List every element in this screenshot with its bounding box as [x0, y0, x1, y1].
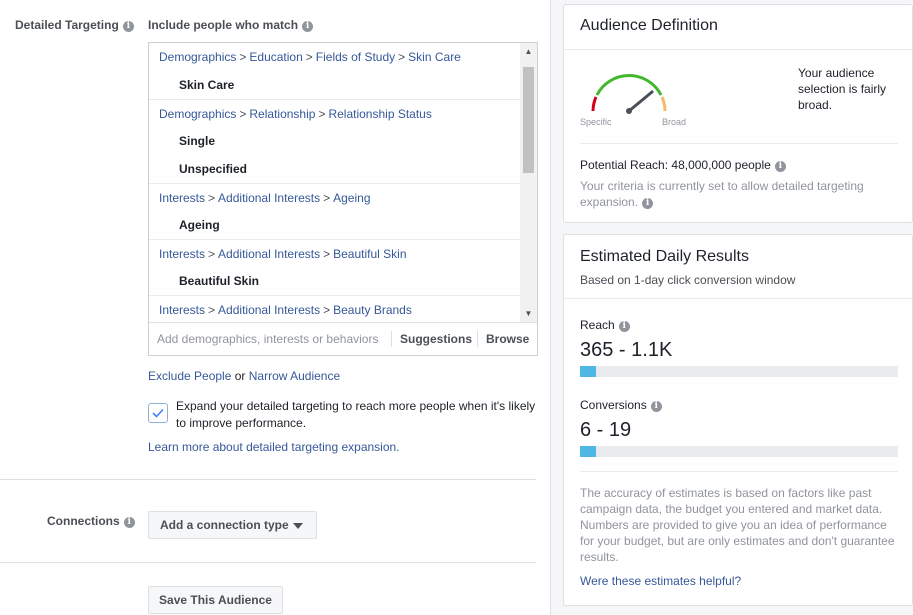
- path-separator: >: [323, 303, 331, 317]
- targeting-item[interactable]: Ageing: [149, 211, 521, 239]
- targeting-box: Demographics > Education > Fields of Study > S…: [148, 42, 538, 356]
- expand-targeting-checkbox[interactable]: [148, 403, 168, 423]
- path-separator: >: [208, 247, 216, 261]
- conversions-value: 6 - 19: [580, 419, 632, 441]
- path-separator: >: [323, 191, 331, 205]
- caret-down-icon: [293, 523, 303, 529]
- audience-definition-title: Audience Definition: [580, 17, 718, 34]
- targeting-search-input[interactable]: [149, 323, 389, 355]
- path-separator: >: [398, 50, 406, 64]
- path-separator: >: [208, 191, 216, 205]
- add-connection-type-button[interactable]: Add a connection type: [148, 511, 317, 539]
- suggestions-button[interactable]: Suggestions: [391, 331, 480, 347]
- targeting-search-bar: Suggestions Browse: [149, 322, 537, 355]
- info-icon[interactable]: i: [122, 21, 134, 32]
- gauge-broad-label: Broad: [662, 117, 687, 127]
- targeting-path-link[interactable]: Relationship Status: [328, 107, 431, 121]
- targeting-path-link[interactable]: Additional Interests: [218, 303, 320, 317]
- scroll-down-arrow-icon[interactable]: ▼: [520, 305, 537, 322]
- targeting-item[interactable]: Beautiful Skin: [149, 267, 521, 295]
- detailed-targeting-panel: Detailed Targeting i Include people who m…: [0, 0, 550, 615]
- targeting-path-link[interactable]: Demographics: [159, 107, 236, 121]
- info-icon[interactable]: i: [618, 321, 630, 332]
- estimated-results-title: Estimated Daily Results: [580, 248, 749, 265]
- estimates-disclaimer: The accuracy of estimates is based on fa…: [580, 486, 895, 564]
- include-label: Include people who match i: [148, 18, 314, 32]
- targeting-path-link[interactable]: Relationship: [249, 107, 315, 121]
- targeting-path-link[interactable]: Additional Interests: [218, 191, 320, 205]
- scroll-up-arrow-icon[interactable]: ▲: [520, 43, 537, 60]
- info-icon[interactable]: i: [123, 517, 135, 528]
- targeting-path-link[interactable]: Interests: [159, 247, 205, 261]
- info-icon[interactable]: i: [650, 401, 662, 412]
- exclude-narrow-links: Exclude People or Narrow Audience: [148, 369, 340, 383]
- targeting-path-row: Interests > Additional Interests > Beautiful…: [149, 239, 521, 267]
- targeting-path-link[interactable]: Ageing: [333, 191, 370, 205]
- potential-reach: Potential Reach: 48,000,000 people i: [580, 158, 786, 172]
- conversions-bar: [580, 446, 898, 457]
- targeting-list: Demographics > Education > Fields of Study > S…: [149, 43, 521, 322]
- path-separator: >: [239, 107, 247, 121]
- card-divider: [564, 49, 913, 50]
- targeting-path-row: Demographics > Relationship > Relationship S…: [149, 99, 521, 127]
- targeting-path-link[interactable]: Fields of Study: [316, 50, 395, 64]
- targeting-item[interactable]: Skin Care: [149, 71, 521, 99]
- targeting-path-link[interactable]: Education: [249, 50, 302, 64]
- info-icon[interactable]: i: [642, 198, 654, 209]
- reach-bar: [580, 366, 898, 377]
- card-divider: [564, 298, 913, 299]
- scroll-thumb[interactable]: [523, 67, 534, 173]
- targeting-path-row: Interests > Additional Interests > Beauty Br…: [149, 295, 521, 322]
- reach-bar-fill: [580, 366, 596, 377]
- estimates-helpful-link[interactable]: Were these estimates helpful?: [580, 574, 741, 588]
- learn-more-link[interactable]: Learn more about detailed targeting expa…: [148, 440, 400, 454]
- audience-gauge-icon: [591, 73, 667, 114]
- narrow-audience-link[interactable]: Narrow Audience: [249, 369, 340, 383]
- targeting-path-link[interactable]: Interests: [159, 303, 205, 317]
- card-divider: [580, 471, 898, 472]
- path-separator: >: [318, 107, 326, 121]
- path-separator: >: [239, 50, 247, 64]
- info-icon[interactable]: i: [302, 21, 314, 32]
- scrollbar[interactable]: ▲ ▼: [520, 43, 537, 322]
- targeting-path-row: Interests > Additional Interests > Ageing: [149, 183, 521, 211]
- targeting-item[interactable]: Single: [149, 127, 521, 155]
- browse-button[interactable]: Browse: [477, 331, 537, 347]
- save-audience-button[interactable]: Save This Audience: [148, 586, 283, 614]
- targeting-path-link[interactable]: Beauty Brands: [333, 303, 412, 317]
- detailed-targeting-label: Detailed Targeting i: [15, 18, 134, 32]
- targeting-item[interactable]: Unspecified: [149, 155, 521, 183]
- checkmark-icon: [152, 408, 164, 418]
- targeting-path-link[interactable]: Interests: [159, 191, 205, 205]
- exclude-people-link[interactable]: Exclude People: [148, 369, 231, 383]
- path-separator: >: [208, 303, 216, 317]
- connections-label: Connections i: [47, 514, 135, 528]
- criteria-note: Your criteria is currently set to allow …: [580, 179, 864, 209]
- expand-targeting-text: Expand your detailed targeting to reach …: [176, 399, 536, 430]
- gauge-specific-label: Specific: [580, 117, 612, 127]
- reach-value: 365 - 1.1K: [580, 339, 673, 361]
- estimated-results-subtitle: Based on 1-day click conversion window: [580, 273, 796, 287]
- card-divider: [580, 143, 898, 144]
- path-separator: >: [323, 247, 331, 261]
- audience-definition-card: Audience Definition Specific Broad Your …: [563, 4, 913, 223]
- reach-label: Reach i: [580, 318, 630, 332]
- estimated-daily-results-card: Estimated Daily Results Based on 1-day c…: [563, 234, 913, 606]
- divider: [0, 479, 536, 480]
- or-text: or: [234, 369, 246, 383]
- conversions-label: Conversions i: [580, 398, 662, 412]
- targeting-path-row: Demographics > Education > Fields of Study > S…: [149, 43, 521, 71]
- info-icon[interactable]: i: [774, 161, 786, 172]
- targeting-path-link[interactable]: Beautiful Skin: [333, 247, 406, 261]
- divider: [0, 562, 536, 563]
- targeting-path-link[interactable]: Demographics: [159, 50, 236, 64]
- path-separator: >: [305, 50, 313, 64]
- targeting-path-link[interactable]: Skin Care: [408, 50, 461, 64]
- targeting-path-link[interactable]: Additional Interests: [218, 247, 320, 261]
- conversions-bar-fill: [580, 446, 596, 457]
- audience-description: Your audience selection is fairly broad.: [798, 66, 887, 112]
